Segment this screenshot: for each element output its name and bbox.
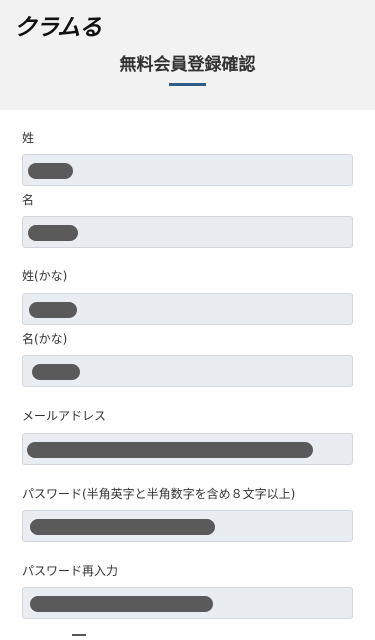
redacted-value [29,302,77,318]
redacted-value [30,596,213,612]
password-label: パスワード(半角英字と半角数字を含め８文字以上) [22,487,296,501]
redacted-value [27,442,313,458]
redacted-value [32,364,80,380]
site-logo[interactable]: クラムる [14,8,102,42]
password-confirm-field [22,587,353,619]
first-name-field [22,216,353,248]
last-name-label: 姓 [22,131,35,145]
first-name-label: 名 [22,193,35,207]
page-title: 無料会員登録確認 [119,55,256,75]
email-field [22,433,353,465]
first-name-kana-field [22,355,353,387]
password-field [22,510,353,542]
redacted-value [28,163,73,179]
password-confirm-label: パスワード再入力 [22,564,119,578]
page-header: クラムる 無料会員登録確認 [0,0,375,110]
redacted-value [28,225,78,241]
first-name-kana-label: 名(かな) [22,332,68,346]
redacted-value [30,519,215,535]
last-name-field [22,154,353,186]
title-underline [169,83,206,86]
partial-element [72,634,86,636]
email-label: メールアドレス [22,409,107,423]
last-name-kana-field [22,293,353,325]
last-name-kana-label: 姓(かな) [22,269,68,283]
